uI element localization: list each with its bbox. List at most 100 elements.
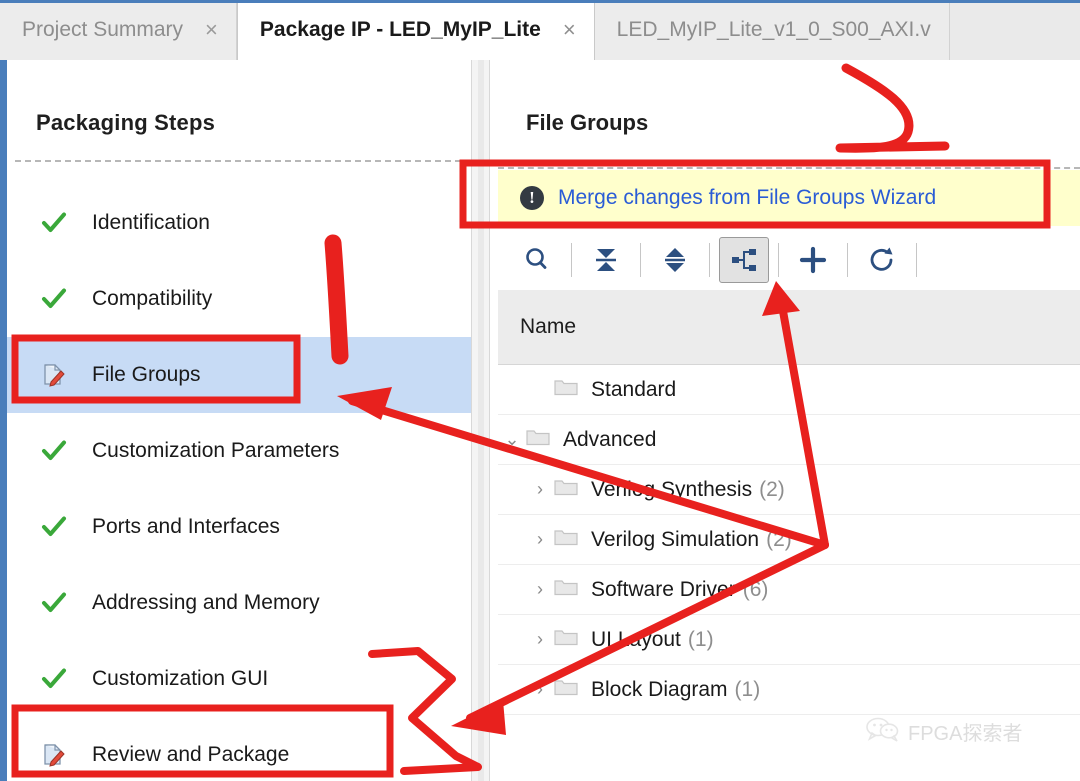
sidebar-item-addressing-and-memory[interactable]: Addressing and Memory xyxy=(7,565,471,641)
tree-item-count: (1) xyxy=(687,627,714,651)
exclamation-circle-icon: ! xyxy=(520,186,544,210)
tab-package-ip[interactable]: Package IP - LED_MyIP_Lite × xyxy=(236,0,595,60)
tab-project-summary[interactable]: Project Summary × xyxy=(0,0,237,60)
folder-icon xyxy=(554,627,582,652)
tree-item-label: Block Diagram xyxy=(591,677,728,701)
sidebar-item-identification[interactable]: Identification xyxy=(7,185,471,261)
toolbar-divider xyxy=(778,243,779,277)
folder-icon xyxy=(554,577,582,602)
folder-icon xyxy=(526,427,554,452)
sidebar-item-review-and-package[interactable]: Review and Package xyxy=(7,717,471,781)
green-check-icon xyxy=(41,210,67,236)
table-row[interactable]: › UI Layout (1) xyxy=(498,615,1080,665)
toolbar-divider xyxy=(709,243,710,277)
packaging-steps-list: Identification Compatibility File Groups… xyxy=(7,185,471,781)
sidebar-item-label: Review and Package xyxy=(92,743,290,766)
panel-divider xyxy=(498,167,1080,169)
left-accent-edge xyxy=(0,60,7,781)
table-row[interactable]: ⌄ Advanced xyxy=(498,415,1080,465)
sidebar-item-customization-gui[interactable]: Customization GUI xyxy=(7,641,471,717)
tree-item-label: Verilog Synthesis xyxy=(591,477,753,501)
table-column-header[interactable]: Name xyxy=(498,290,1080,365)
panel-divider xyxy=(15,160,471,162)
close-icon[interactable]: × xyxy=(563,19,576,41)
expand-all-icon[interactable] xyxy=(650,237,700,283)
sidebar-item-label: Compatibility xyxy=(92,287,213,310)
chevron-right-icon[interactable]: › xyxy=(526,679,554,700)
application-window: Project Summary × Package IP - LED_MyIP_… xyxy=(0,0,1080,781)
green-check-icon xyxy=(41,286,67,312)
sidebar-item-label: Ports and Interfaces xyxy=(92,515,280,538)
search-icon[interactable] xyxy=(512,237,562,283)
toolbar-divider xyxy=(916,243,917,277)
table-row[interactable]: › Verilog Simulation (2) xyxy=(498,515,1080,565)
folder-icon xyxy=(554,377,582,402)
panel-splitter[interactable] xyxy=(471,60,490,781)
chevron-right-icon[interactable]: › xyxy=(526,629,554,650)
table-row[interactable]: Standard xyxy=(498,365,1080,415)
close-icon[interactable]: × xyxy=(205,19,218,41)
splitter-grip[interactable] xyxy=(478,60,484,781)
tree-item-count: (1) xyxy=(734,677,761,701)
table-row[interactable]: › Software Driver (6) xyxy=(498,565,1080,615)
tree-item-label: UI Layout xyxy=(591,627,681,651)
sidebar-item-label: Identification xyxy=(92,211,210,234)
watermark: FPGA探索者 xyxy=(866,716,1022,747)
table-row[interactable]: › Block Diagram (1) xyxy=(498,665,1080,715)
page-edit-icon xyxy=(41,742,67,768)
toolbar-divider xyxy=(847,243,848,277)
collapse-all-icon[interactable] xyxy=(581,237,631,283)
page-edit-icon xyxy=(41,362,67,388)
sidebar-item-label: Addressing and Memory xyxy=(92,591,320,614)
tab-bar-accent-line xyxy=(0,0,1080,3)
sidebar-item-ports-and-interfaces[interactable]: Ports and Interfaces xyxy=(7,489,471,565)
editor-tab-bar: Project Summary × Package IP - LED_MyIP_… xyxy=(0,0,1080,60)
work-area: Packaging Steps Identification Compatibi… xyxy=(0,60,1080,781)
merge-changes-banner[interactable]: ! Merge changes from File Groups Wizard xyxy=(498,170,1080,226)
tab-label: LED_MyIP_Lite_v1_0_S00_AXI.v xyxy=(616,18,931,41)
tab-label: Package IP - LED_MyIP_Lite xyxy=(259,18,541,41)
tree-item-label: Advanced xyxy=(563,427,657,451)
column-header-name: Name xyxy=(520,315,577,338)
sidebar-item-compatibility[interactable]: Compatibility xyxy=(7,261,471,337)
hierarchy-icon[interactable] xyxy=(719,237,769,283)
plus-icon[interactable] xyxy=(788,237,838,283)
merge-changes-link[interactable]: Merge changes from File Groups Wizard xyxy=(558,186,936,210)
toolbar-divider xyxy=(640,243,641,277)
tree-item-count: (2) xyxy=(759,477,785,501)
toolbar-divider xyxy=(571,243,572,277)
green-check-icon xyxy=(41,438,67,464)
green-check-icon xyxy=(41,590,67,616)
file-groups-tree: Standard ⌄ Advanced › Verilog Synthesis … xyxy=(498,365,1080,715)
file-groups-panel: File Groups ! Merge changes from File Gr… xyxy=(490,60,1080,781)
chevron-right-icon[interactable]: › xyxy=(526,529,554,550)
packaging-steps-panel: Packaging Steps Identification Compatibi… xyxy=(7,60,471,781)
tab-label: Project Summary xyxy=(22,18,184,41)
file-groups-toolbar xyxy=(498,230,1080,290)
tree-item-label: Software Driver xyxy=(591,577,736,601)
table-row[interactable]: › Verilog Synthesis (2) xyxy=(498,465,1080,515)
sidebar-item-label: File Groups xyxy=(92,363,201,386)
refresh-icon[interactable] xyxy=(857,237,907,283)
tree-item-count: (6) xyxy=(742,577,769,601)
folder-icon xyxy=(554,477,582,502)
sidebar-item-label: Customization GUI xyxy=(92,667,269,690)
folder-icon xyxy=(554,527,582,552)
panel-title: File Groups xyxy=(526,110,649,135)
green-check-icon xyxy=(41,666,67,692)
sidebar-item-file-groups[interactable]: File Groups xyxy=(7,337,471,413)
page-title: Packaging Steps xyxy=(36,110,216,135)
chevron-right-icon[interactable]: › xyxy=(526,579,554,600)
chat-bubbles-icon xyxy=(866,716,900,747)
tree-item-label: Verilog Simulation xyxy=(591,527,760,551)
folder-icon xyxy=(554,677,582,702)
watermark-text: FPGA探索者 xyxy=(908,723,1023,745)
tree-item-count: (2) xyxy=(766,527,792,551)
tree-item-label: Standard xyxy=(591,377,677,401)
chevron-right-icon[interactable]: › xyxy=(526,479,554,500)
tab-led-myip-lite-v1-0-s00-axi-v[interactable]: LED_MyIP_Lite_v1_0_S00_AXI.v xyxy=(594,0,950,60)
sidebar-item-label: Customization Parameters xyxy=(92,439,340,462)
sidebar-item-customization-parameters[interactable]: Customization Parameters xyxy=(7,413,471,489)
chevron-down-icon[interactable]: ⌄ xyxy=(498,429,526,450)
green-check-icon xyxy=(41,514,67,540)
